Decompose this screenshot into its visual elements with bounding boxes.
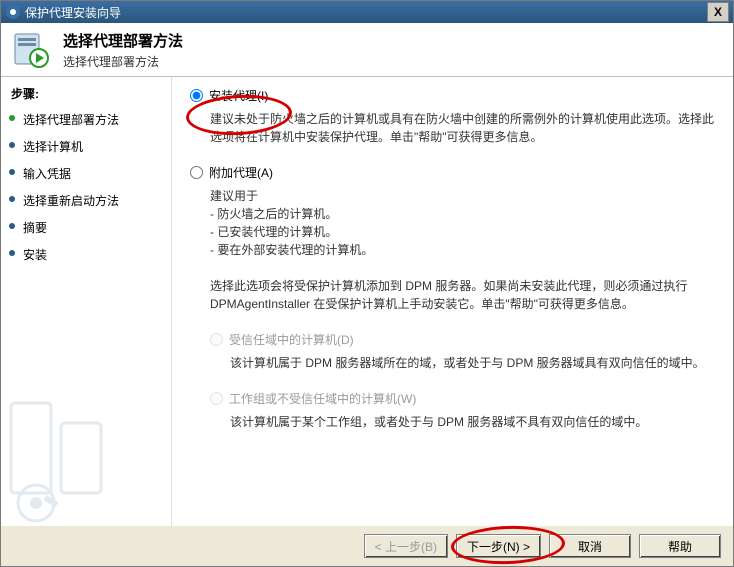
wizard-body: 步骤: 选择代理部署方法 选择计算机 输入凭据 选择重新启动方法 摘要 安装	[1, 77, 733, 526]
option-attach-agent: 附加代理(A) 建议用于 - 防火墙之后的计算机。 - 已安装代理的计算机。 -…	[190, 164, 715, 313]
option-trusted-domain: 受信任域中的计算机(D) 该计算机属于 DPM 服务器域所在的域，或者处于与 D…	[210, 331, 715, 372]
option-install-row[interactable]: 安装代理(I)	[190, 87, 715, 104]
radio-attach-agent[interactable]	[190, 166, 203, 179]
close-button[interactable]: X	[707, 2, 729, 22]
option-install-agent: 安装代理(I) 建议未处于防火墙之后的计算机或具有在防火墙中创建的所需例外的计算…	[190, 87, 715, 146]
option-workgroup-row: 工作组或不受信任域中的计算机(W)	[210, 390, 715, 407]
step-restart[interactable]: 选择重新启动方法	[1, 187, 171, 214]
radio-workgroup	[210, 392, 223, 405]
option-install-desc: 建议未处于防火墙之后的计算机或具有在防火墙中创建的所需例外的计算机使用此选项。选…	[210, 110, 715, 146]
option-attach-desc: 建议用于 - 防火墙之后的计算机。 - 已安装代理的计算机。 - 要在外部安装代…	[210, 187, 715, 313]
next-button[interactable]: 下一步(N) >	[456, 534, 541, 558]
radio-install-agent[interactable]	[190, 89, 203, 102]
content-area: 安装代理(I) 建议未处于防火墙之后的计算机或具有在防火墙中创建的所需例外的计算…	[172, 77, 733, 526]
step-summary[interactable]: 摘要	[1, 214, 171, 241]
titlebar: 保护代理安装向导 X	[1, 1, 733, 23]
cancel-button[interactable]: 取消	[549, 534, 631, 558]
step-select-computers[interactable]: 选择计算机	[1, 133, 171, 160]
page-title: 选择代理部署方法	[63, 30, 183, 51]
attach-desc-b1: - 防火墙之后的计算机。	[210, 205, 715, 223]
step-credentials[interactable]: 输入凭据	[1, 160, 171, 187]
option-attach-row[interactable]: 附加代理(A)	[190, 164, 715, 181]
steps-list: 选择代理部署方法 选择计算机 输入凭据 选择重新启动方法 摘要 安装	[1, 106, 171, 268]
page-header: 选择代理部署方法 选择代理部署方法	[1, 23, 733, 77]
option-workgroup: 工作组或不受信任域中的计算机(W) 该计算机属于某个工作组，或者处于与 DPM …	[210, 390, 715, 431]
option-install-label: 安装代理(I)	[209, 87, 268, 104]
help-button[interactable]: 帮助	[639, 534, 721, 558]
option-trusted-row: 受信任域中的计算机(D)	[210, 331, 715, 348]
option-trusted-label: 受信任域中的计算机(D)	[229, 331, 354, 348]
wizard-icon	[11, 30, 51, 70]
wizard-window: 保护代理安装向导 X 选择代理部署方法 选择代理部署方法 步骤: 选择代理部署方…	[0, 0, 734, 567]
steps-sidebar: 步骤: 选择代理部署方法 选择计算机 输入凭据 选择重新启动方法 摘要 安装	[1, 77, 172, 526]
window-title: 保护代理安装向导	[25, 4, 707, 21]
attach-desc-2: 选择此选项会将受保护计算机添加到 DPM 服务器。如果尚未安装此代理，则必须通过…	[210, 277, 715, 313]
option-trusted-desc: 该计算机属于 DPM 服务器域所在的域，或者处于与 DPM 服务器域具有双向信任…	[230, 354, 715, 372]
radio-trusted-domain	[210, 333, 223, 346]
steps-heading: 步骤:	[1, 77, 171, 106]
option-workgroup-label: 工作组或不受信任域中的计算机(W)	[229, 390, 416, 407]
attach-desc-b3: - 要在外部安装代理的计算机。	[210, 241, 715, 259]
sidebar-watermark-icon	[1, 373, 141, 526]
step-install[interactable]: 安装	[1, 241, 171, 268]
step-deploy-method[interactable]: 选择代理部署方法	[1, 106, 171, 133]
attach-desc-intro: 建议用于	[210, 187, 715, 205]
back-button: < 上一步(B)	[364, 534, 448, 558]
app-icon	[5, 4, 21, 20]
attach-desc-b2: - 已安装代理的计算机。	[210, 223, 715, 241]
page-subtitle: 选择代理部署方法	[63, 53, 183, 70]
option-attach-label: 附加代理(A)	[209, 164, 273, 181]
option-workgroup-desc: 该计算机属于某个工作组，或者处于与 DPM 服务器域不具有双向信任的域中。	[230, 413, 715, 431]
button-row: < 上一步(B) 下一步(N) > 取消 帮助	[364, 534, 721, 558]
